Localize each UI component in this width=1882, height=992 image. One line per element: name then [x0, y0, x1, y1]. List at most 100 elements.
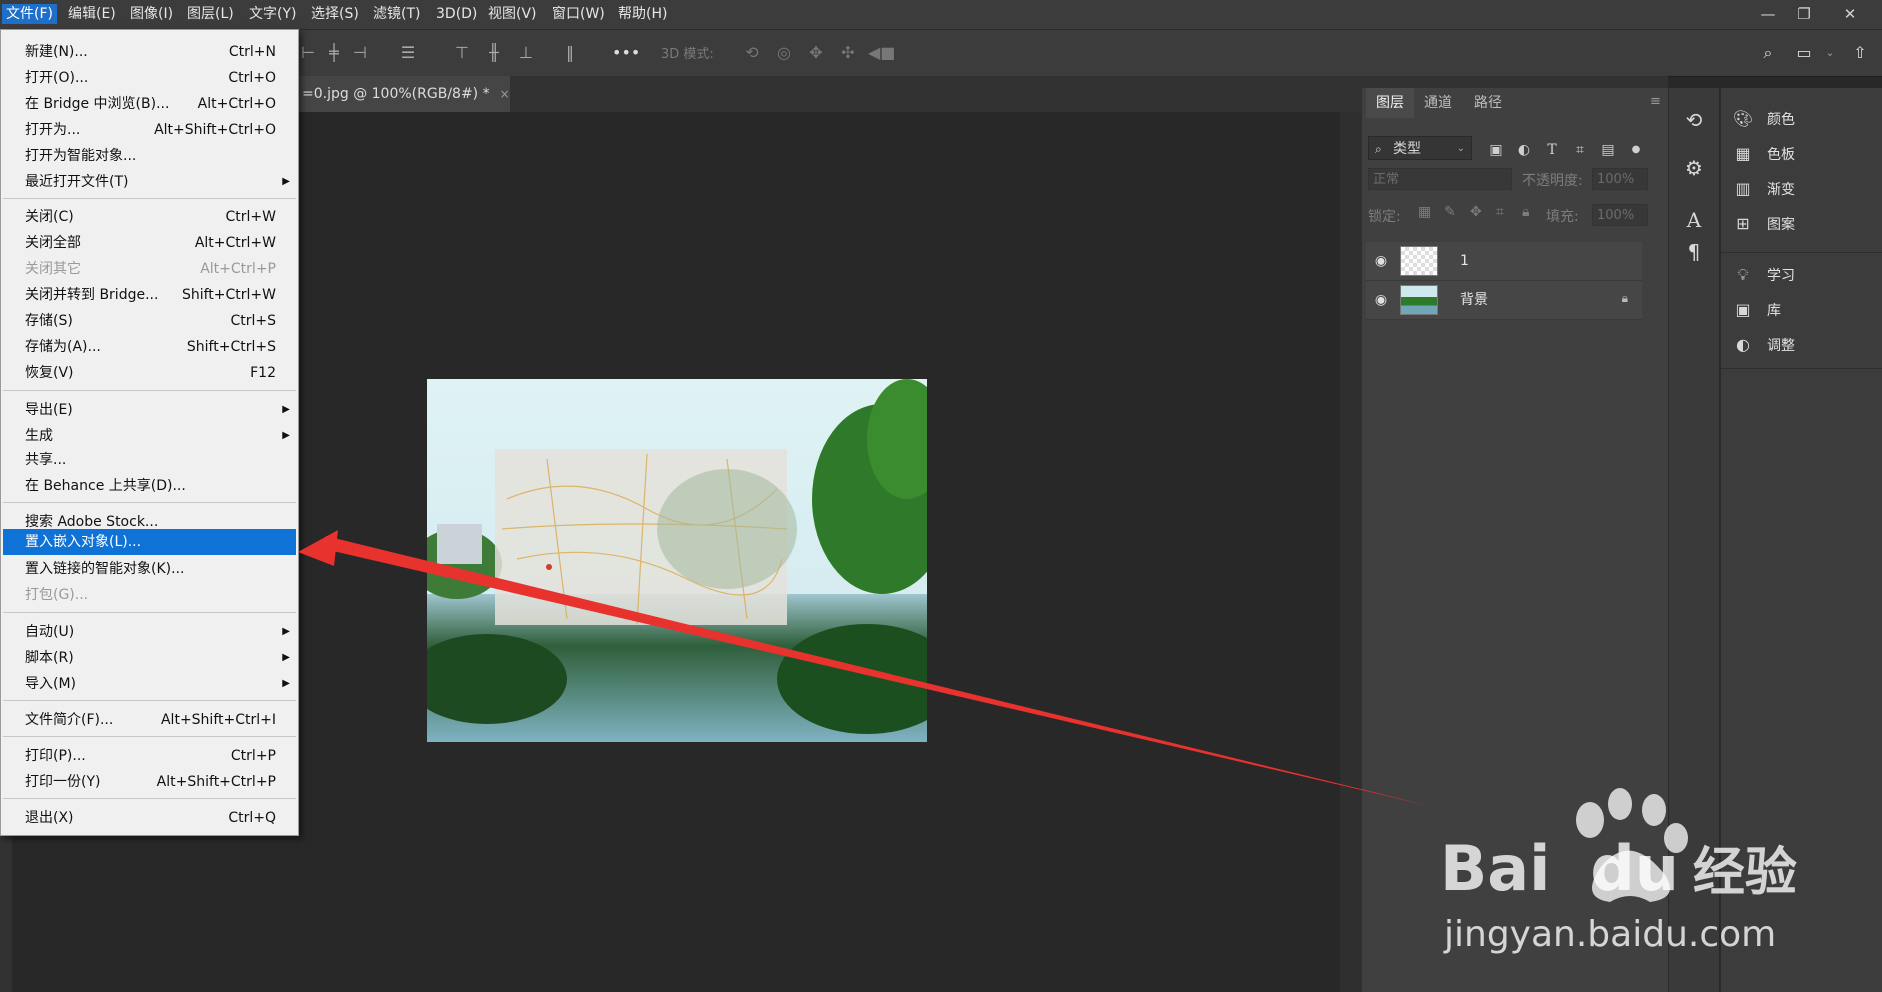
distribute-icon[interactable]: ☰ [396, 42, 420, 64]
menu-item-package[interactable]: 打包(G)... [3, 583, 296, 607]
menu-item-share-behance[interactable]: 在 Behance 上共享(D)... [3, 474, 296, 498]
menu-item-exit[interactable]: 退出(X) Ctrl+Q [3, 806, 296, 830]
menu-item-place-embedded[interactable]: 置入嵌入对象(L)... [3, 529, 296, 555]
panel-adjustments[interactable]: ◐ 调整 [1731, 332, 1795, 358]
minimize-button[interactable]: — [1750, 2, 1786, 26]
menu-item-print-one-copy[interactable]: 打印一份(Y) Alt+Shift+Ctrl+P [3, 770, 296, 794]
menu-item-place-linked[interactable]: 置入链接的智能对象(K)... [3, 557, 296, 581]
lock-all-icon[interactable]: 🔒︎ [1522, 204, 1529, 220]
menu-type[interactable]: 文字(Y) [245, 4, 300, 24]
visibility-eye-icon[interactable]: ◉ [1372, 252, 1390, 270]
properties-icon[interactable]: ⚙ [1679, 154, 1709, 182]
filter-type-icon[interactable]: T [1542, 140, 1562, 160]
menu-item-export[interactable]: 导出(E) ▶ [3, 398, 296, 422]
align-center-icon[interactable]: ╪ [322, 42, 346, 64]
layer-row[interactable]: ◉ 背景 🔒︎ [1366, 281, 1642, 320]
3d-orbit-icon[interactable]: ⟲ [740, 42, 764, 64]
lock-transparent-icon[interactable]: ▦ [1418, 204, 1431, 220]
menu-item-generate[interactable]: 生成 ▶ [3, 424, 296, 448]
layer-row[interactable]: ◉ 1 [1366, 242, 1642, 281]
tab-channels[interactable]: 通道 [1414, 88, 1462, 118]
filter-pixel-icon[interactable]: ▣ [1486, 140, 1506, 160]
character-icon[interactable]: A [1679, 206, 1709, 234]
menu-image[interactable]: 图像(I) [126, 4, 177, 24]
menu-3d[interactable]: 3D(D) [432, 4, 481, 24]
landscape-photo [427, 379, 927, 742]
layer-filter-select[interactable]: ⌕ 类型 ⌄ [1368, 136, 1472, 160]
align-right-icon[interactable]: ⊣ [348, 42, 372, 64]
menu-layer[interactable]: 图层(L) [183, 4, 238, 24]
menu-item-save[interactable]: 存储(S) Ctrl+S [3, 309, 296, 333]
menu-item-file-info[interactable]: 文件简介(F)... Alt+Shift+Ctrl+I [3, 708, 296, 732]
lock-image-icon[interactable]: ✎ [1444, 204, 1456, 220]
submenu-arrow-icon: ▶ [282, 678, 290, 689]
share-icon[interactable]: ⇧ [1848, 42, 1872, 64]
menu-help[interactable]: 帮助(H) [614, 4, 671, 24]
panel-patterns[interactable]: ⊞ 图案 [1731, 211, 1795, 237]
blend-mode-select[interactable]: 正常 [1368, 168, 1512, 190]
history-icon[interactable]: ⟲ [1679, 106, 1709, 134]
menu-item-open-as[interactable]: 打开为... Alt+Shift+Ctrl+O [3, 118, 296, 142]
menu-item-automate[interactable]: 自动(U) ▶ [3, 620, 296, 644]
paragraph-icon[interactable]: ¶ [1679, 238, 1709, 266]
panel-menu-icon[interactable]: ≡ [1650, 94, 1661, 109]
document-image[interactable] [427, 379, 927, 742]
baidu-watermark: Bai du 经验 jingyan.baidu.com [1440, 780, 1860, 960]
menu-item-revert[interactable]: 恢复(V) F12 [3, 361, 296, 385]
distribute-vertical-icon[interactable]: ‖ [558, 42, 582, 64]
menu-item-browse-bridge[interactable]: 在 Bridge 中浏览(B)... Alt+Ctrl+O [3, 92, 296, 116]
menu-item-open-smart-object[interactable]: 打开为智能对象... [3, 144, 296, 168]
menu-item-recent-files[interactable]: 最近打开文件(T) ▶ [3, 170, 296, 194]
menu-item-share[interactable]: 共享... [3, 448, 296, 472]
menu-item-scripts[interactable]: 脚本(R) ▶ [3, 646, 296, 670]
tab-paths[interactable]: 路径 [1464, 88, 1512, 118]
menu-item-close-go-bridge[interactable]: 关闭并转到 Bridge... Shift+Ctrl+W [3, 283, 296, 307]
menu-item-import[interactable]: 导入(M) ▶ [3, 672, 296, 696]
close-tab-icon[interactable]: × [500, 87, 510, 101]
menu-file[interactable]: 文件(F) [2, 4, 57, 24]
menu-select[interactable]: 选择(S) [307, 4, 363, 24]
3d-roll-icon[interactable]: ◎ [772, 42, 796, 64]
filter-smart-object-icon[interactable]: ▤ [1598, 140, 1618, 160]
menu-window[interactable]: 窗口(W) [548, 4, 609, 24]
visibility-eye-icon[interactable]: ◉ [1372, 291, 1390, 309]
menu-edit[interactable]: 编辑(E) [64, 4, 120, 24]
more-options-icon[interactable]: ••• [612, 42, 640, 64]
menu-filter[interactable]: 滤镜(T) [369, 4, 424, 24]
workspace-icon[interactable]: ▭ [1792, 42, 1816, 64]
menu-item-close[interactable]: 关闭(C) Ctrl+W [3, 205, 296, 229]
lock-artboard-icon[interactable]: ⌗ [1496, 204, 1504, 220]
filter-toggle-icon[interactable]: ● [1626, 140, 1646, 160]
align-top-icon[interactable]: ⊤ [450, 42, 474, 64]
menu-item-print[interactable]: 打印(P)... Ctrl+P [3, 744, 296, 768]
restore-button[interactable]: ❐ [1786, 2, 1822, 26]
menu-item-new[interactable]: 新建(N)... Ctrl+N [3, 40, 296, 64]
fill-field[interactable]: 100% [1592, 204, 1648, 226]
lock-position-icon[interactable]: ✥ [1470, 204, 1482, 220]
menu-item-close-all[interactable]: 关闭全部 Alt+Ctrl+W [3, 231, 296, 255]
align-left-icon[interactable]: ⊢ [296, 42, 320, 64]
panel-learn[interactable]: 💡︎ 学习 [1731, 262, 1795, 288]
tab-layers[interactable]: 图层 [1366, 88, 1414, 118]
menu-item-save-as[interactable]: 存储为(A)... Shift+Ctrl+S [3, 335, 296, 359]
panel-libraries[interactable]: ▣ 库 [1731, 297, 1781, 323]
workspace-dropdown-icon[interactable]: ⌄ [1818, 42, 1842, 64]
3d-pan-icon[interactable]: ✥ [804, 42, 828, 64]
menu-item-open[interactable]: 打开(O)... Ctrl+O [3, 66, 296, 90]
filter-shape-icon[interactable]: ⌗ [1570, 140, 1590, 160]
menu-view[interactable]: 视图(V) [484, 4, 541, 24]
3d-camera-icon[interactable]: ◀■ [868, 42, 895, 64]
opacity-field[interactable]: 100% [1592, 168, 1648, 190]
panel-gradients[interactable]: ▥ 渐变 [1731, 176, 1795, 202]
document-tab[interactable]: =0.jpg @ 100%(RGB/8#) * × [290, 76, 510, 112]
panel-color[interactable]: 🎨︎ 颜色 [1731, 106, 1795, 132]
3d-slide-icon[interactable]: ✣ [836, 42, 860, 64]
align-middle-icon[interactable]: ╫ [482, 42, 506, 64]
search-icon[interactable]: ⌕ [1756, 42, 1780, 64]
menu-item-close-others[interactable]: 关闭其它 Alt+Ctrl+P [3, 257, 296, 281]
align-bottom-icon[interactable]: ⊥ [514, 42, 538, 64]
filter-adjustment-icon[interactable]: ◐ [1514, 140, 1534, 160]
panel-swatches[interactable]: ▦ 色板 [1731, 141, 1795, 167]
canvas-scrollbar[interactable] [1340, 112, 1362, 992]
close-window-button[interactable]: ✕ [1832, 2, 1868, 26]
